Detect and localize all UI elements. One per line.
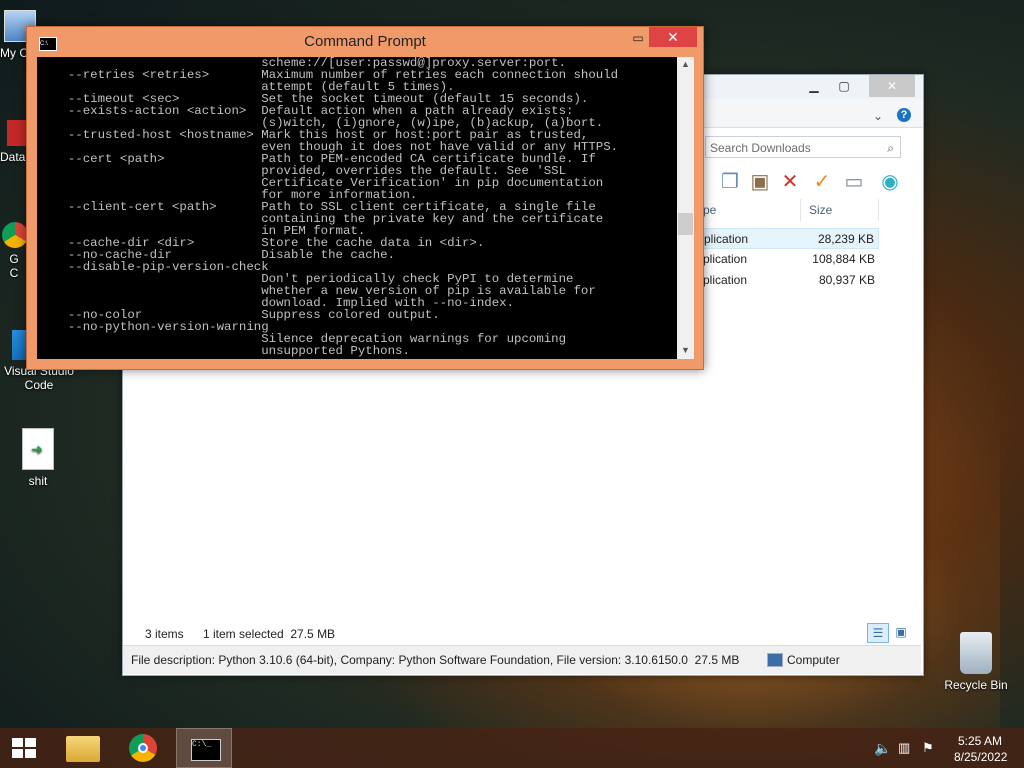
clock-date[interactable]: 8/25/2022 (954, 750, 1007, 764)
desktop-icon-recycle-bin[interactable]: Recycle Bin (938, 632, 1014, 692)
rename-icon[interactable]: ▭ (841, 169, 867, 195)
expand-ribbon-icon[interactable]: ⌄ (873, 109, 883, 123)
cmd-window: C:\ Command Prompt ▭ ▭ ✕ scheme://[user:… (26, 26, 704, 370)
console-output[interactable]: scheme://[user:passwd@]proxy.server:port… (37, 57, 677, 359)
file-description: File description: Python 3.10.6 (64-bit)… (131, 653, 740, 667)
file-type: plication (704, 232, 749, 246)
taskbar-file-explorer[interactable] (56, 728, 112, 768)
window-title: Command Prompt (304, 33, 426, 50)
paste-icon[interactable]: ▣ (747, 169, 773, 195)
search-input[interactable]: Search Downloads ⌕ (705, 136, 901, 158)
cmd-icon: C:\_ (191, 739, 221, 761)
desktop-icon-label: Recycle Bin (944, 678, 1008, 692)
status-bar: 3 items 1 item selected 27.5 MB ☰ ▣ (123, 623, 921, 645)
taskbar: C:\_ 🔈 ▥ ⚑ 5:25 AM 8/25/2022 (0, 728, 1024, 768)
details-bar: File description: Python 3.10.6 (64-bit)… (123, 645, 921, 674)
file-row[interactable]: plication 80,937 KB (703, 270, 879, 291)
console-line: unsupported Pythons. (53, 344, 410, 358)
location-label: Computer (787, 653, 840, 667)
console-text: scheme://[user:passwd@]proxy.server:port… (37, 57, 677, 357)
action-center-icon[interactable]: ⚑ (922, 740, 934, 756)
help-icon[interactable]: ? (897, 108, 911, 122)
console-scrollbar[interactable]: ▲ ▼ (677, 57, 694, 359)
file-row[interactable]: plication 108,884 KB (703, 249, 879, 270)
details-view-icon[interactable]: ☰ (867, 623, 889, 643)
column-header-size[interactable]: Size (803, 199, 879, 221)
desktop-icon-shit[interactable]: ➜ shit (2, 428, 74, 488)
recycle-bin-icon (960, 632, 992, 674)
file-type: plication (703, 273, 748, 287)
cmd-titlebar[interactable]: C:\ Command Prompt ▭ ▭ ✕ (27, 27, 703, 57)
explorer-minimize-button[interactable]: ▁ (799, 75, 829, 97)
file-row[interactable]: plication 28,239 KB (703, 228, 879, 249)
checkmark-icon[interactable]: ✓ (809, 169, 835, 195)
copy-icon[interactable]: ❐ (717, 169, 743, 195)
taskbar-chrome[interactable] (116, 728, 172, 768)
search-icon: ⌕ (887, 141, 894, 155)
chrome-icon (2, 222, 28, 248)
windows-logo-icon (12, 738, 36, 758)
search-placeholder: Search Downloads (710, 141, 811, 155)
network-icon[interactable]: ▥ (898, 740, 910, 756)
item-count: 3 items (145, 627, 184, 641)
delete-icon[interactable]: ✕ (777, 169, 803, 195)
large-icons-view-icon[interactable]: ▣ (891, 623, 911, 641)
selection-info: 1 item selected 27.5 MB (203, 627, 336, 641)
cmd-close-button[interactable]: ✕ (649, 27, 697, 47)
scroll-down-arrow-icon[interactable]: ▼ (677, 345, 694, 355)
taskbar-command-prompt[interactable]: C:\_ (176, 728, 232, 768)
volume-muted-icon[interactable]: 🔈 (874, 740, 891, 757)
clock-time[interactable]: 5:25 AM (958, 734, 1002, 748)
file-size: 28,239 KB (817, 232, 874, 246)
folder-icon (66, 736, 100, 762)
start-button[interactable] (0, 728, 48, 768)
column-header-type[interactable]: pe (697, 199, 801, 221)
file-type: plication (703, 252, 748, 266)
green-arrow-icon: ➜ (31, 441, 43, 457)
scroll-thumb[interactable] (678, 213, 693, 235)
file-icon: ➜ (22, 428, 54, 470)
file-size: 80,937 KB (818, 273, 875, 287)
desktop-icon-label: G C (9, 252, 19, 280)
explorer-maximize-button[interactable]: ▢ (829, 75, 859, 97)
explorer-close-button[interactable]: ✕ (869, 75, 915, 97)
scroll-up-arrow-icon[interactable]: ▲ (677, 59, 694, 69)
file-size: 108,884 KB (812, 252, 875, 266)
desktop-icon-label: shit (28, 474, 48, 488)
properties-icon[interactable]: ◉ (877, 169, 903, 195)
computer-icon (767, 653, 783, 667)
